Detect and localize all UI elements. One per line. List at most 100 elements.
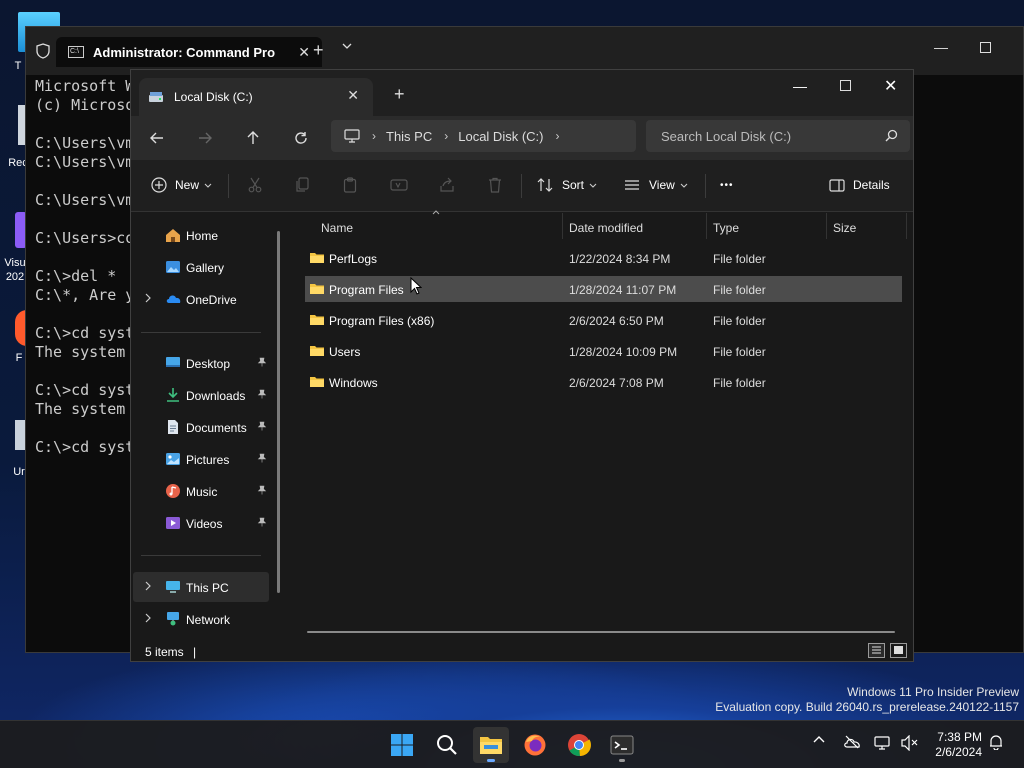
close-window-button[interactable]: ✕ [884,76,897,96]
search-icon[interactable] [885,129,898,142]
chevron-right-icon[interactable] [145,293,151,303]
column-name[interactable]: Name [321,221,353,235]
pin-icon[interactable] [257,421,267,431]
sidebar-scrollbar[interactable] [277,231,280,593]
forward-arrow-icon[interactable] [194,127,216,149]
chevron-down-icon [680,183,688,188]
sidebar-item-desktop[interactable]: Desktop [133,348,269,378]
table-row[interactable]: PerfLogs 1/22/2024 8:34 PM File folder [305,245,902,271]
status-divider: | [193,645,197,659]
maximize-button[interactable] [980,42,991,53]
drive-icon [148,90,164,104]
view-label: View [649,178,675,192]
folder-icon [309,313,325,326]
explorer-tab[interactable]: Local Disk (C:) ✕ [139,78,373,116]
delete-icon[interactable] [488,174,502,196]
volume-muted-icon[interactable] [901,735,919,751]
new-label: New [175,178,200,192]
notification-bell-icon[interactable] [989,734,1003,750]
file-type: File folder [713,314,766,328]
chevron-down-icon[interactable] [342,43,352,49]
new-tab-button[interactable]: + [394,84,405,105]
new-button[interactable]: New [151,174,212,196]
up-arrow-icon[interactable] [242,127,264,149]
sidebar-item-network[interactable]: Network [133,604,269,634]
chevron-right-icon[interactable] [145,581,151,591]
details-view-button[interactable] [868,643,885,658]
back-arrow-icon[interactable] [146,127,168,149]
rename-icon[interactable] [390,174,408,196]
chevron-right-icon[interactable]: › [555,129,559,143]
pin-icon[interactable] [257,389,267,399]
table-row[interactable]: Windows 2/6/2024 7:08 PM File folder [305,369,902,395]
more-options-button[interactable]: ••• [720,174,734,196]
taskbar-firefox[interactable] [517,727,553,763]
sort-button[interactable]: Sort [537,174,597,196]
cmd-line: Microsoft W [35,77,135,95]
sidebar-item-pictures[interactable]: Pictures [133,444,269,474]
view-button[interactable]: View [624,174,688,196]
chevron-right-icon[interactable]: › [372,129,376,143]
table-row[interactable]: Program Files (x86) 2/6/2024 6:50 PM Fil… [305,307,902,333]
new-tab-button[interactable]: + [313,40,324,61]
table-row[interactable]: Program Files 1/28/2024 11:07 PM File fo… [305,276,902,302]
sidebar-item-downloads[interactable]: Downloads [133,380,269,410]
sidebar-item-onedrive[interactable]: OneDrive [133,284,269,314]
sidebar-item-label: Downloads [186,389,246,403]
sidebar-item-home[interactable]: Home [133,220,269,250]
system-clock[interactable]: 7:38 PM 2/6/2024 [928,730,982,760]
cmd-titlebar[interactable]: C:\ Administrator: Command Pro ✕ + — [26,27,1023,75]
column-date-modified[interactable]: Date modified [569,221,643,235]
horizontal-scrollbar[interactable] [307,631,895,633]
sidebar-item-documents[interactable]: Documents [133,412,269,442]
onedrive-offline-icon[interactable] [843,735,861,749]
taskbar-file-explorer[interactable] [473,727,509,763]
search-input[interactable]: Search Local Disk (C:) [646,120,910,152]
address-bar[interactable]: › This PC › Local Disk (C:) › [331,120,636,152]
sidebar-item-gallery[interactable]: Gallery [133,252,269,282]
column-type[interactable]: Type [713,221,739,235]
refresh-icon[interactable] [290,127,312,149]
cmd-output[interactable]: Microsoft W (c) Microso C:\Users\vm C:\Use… [35,77,134,457]
copy-icon[interactable] [295,174,309,196]
taskbar-search-button[interactable] [429,727,465,763]
sidebar-item-music[interactable]: Music [133,476,269,506]
paste-icon[interactable] [343,174,357,196]
explorer-tab-title: Local Disk (C:) [174,90,253,104]
pin-icon[interactable] [257,357,267,367]
cmd-tab[interactable]: C:\ Administrator: Command Pro ✕ [56,37,322,67]
breadcrumb-this-pc[interactable]: This PC [386,129,432,144]
sidebar-item-videos[interactable]: Videos [133,508,269,538]
table-row[interactable]: Users 1/28/2024 10:09 PM File folder [305,338,902,364]
details-button[interactable]: Details [829,174,890,196]
cut-icon[interactable] [248,174,262,196]
breadcrumb-local-disk[interactable]: Local Disk (C:) [458,129,543,144]
taskbar-terminal[interactable] [604,727,640,763]
minimize-button[interactable]: — [793,78,807,94]
explorer-titlebar[interactable]: Local Disk (C:) ✕ + — ✕ [131,70,913,116]
taskbar-chrome[interactable] [561,727,597,763]
maximize-button[interactable] [840,80,851,91]
sidebar-item-label: Gallery [186,261,225,275]
chevron-right-icon[interactable]: › [444,129,448,143]
monitor-icon[interactable] [344,129,360,143]
pin-icon[interactable] [257,453,267,463]
column-header: Name Date modified Type Size [289,210,913,239]
pin-icon[interactable] [257,517,267,527]
network-status-icon[interactable] [874,735,892,751]
cmd-line: The system [35,343,126,361]
close-icon[interactable]: ✕ [347,87,359,104]
pin-icon[interactable] [257,485,267,495]
minimize-button[interactable]: — [934,39,948,55]
large-icons-view-button[interactable] [890,643,907,658]
chevron-up-icon[interactable] [813,735,825,743]
close-icon[interactable]: ✕ [298,44,310,61]
share-icon[interactable] [439,174,455,196]
sidebar-item-this-pc[interactable]: This PC [133,572,269,602]
column-size[interactable]: Size [833,221,856,235]
chevron-right-icon[interactable] [145,613,151,623]
start-button[interactable] [384,727,420,763]
cmd-line: C:\*, Are y [35,286,135,304]
downloads-icon [165,387,181,403]
file-explorer-window[interactable]: Local Disk (C:) ✕ + — ✕ › This PC › Loca… [130,69,914,662]
